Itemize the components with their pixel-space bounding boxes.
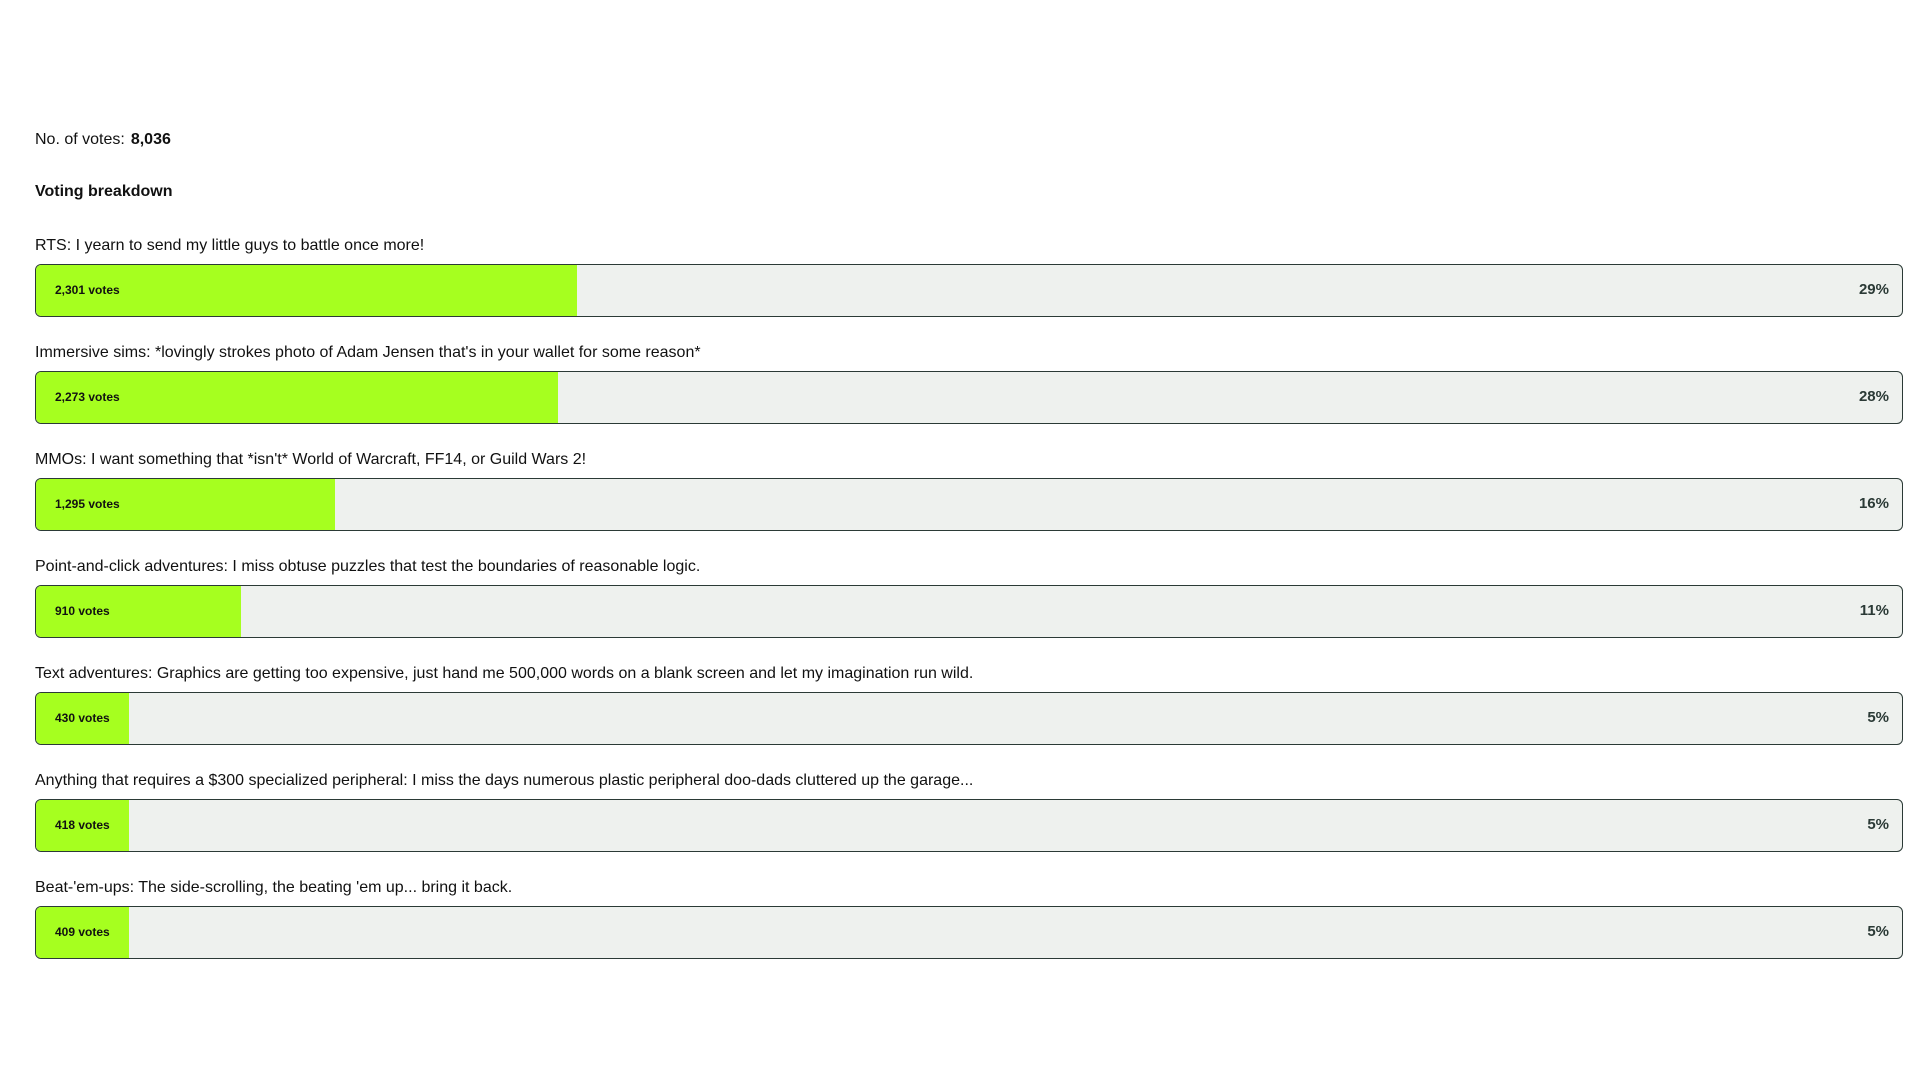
poll-option-label: MMOs: I want something that *isn't* Worl… bbox=[35, 451, 587, 468]
poll-option-label: Beat-'em-ups: The side-scrolling, the be… bbox=[35, 879, 513, 896]
poll-option-votes: 2,273 votes bbox=[55, 390, 120, 404]
poll-option-percent: 5% bbox=[1867, 709, 1889, 726]
poll-option-percent: 5% bbox=[1867, 816, 1889, 833]
poll-option-bar[interactable]: 2,273 votes 28% bbox=[35, 371, 1903, 424]
poll-option-bar[interactable]: 409 votes 5% bbox=[35, 906, 1903, 959]
poll-option-bar[interactable]: 2,301 votes 29% bbox=[35, 264, 1903, 317]
poll-option-label: RTS: I yearn to send my little guys to b… bbox=[35, 237, 425, 254]
poll-results: No. of votes: 8,036 Voting breakdown RTS:… bbox=[35, 128, 1903, 983]
poll-option-percent: 29% bbox=[1858, 281, 1889, 298]
poll-option: Point-and-click adventures: I miss obtus… bbox=[35, 555, 1903, 662]
poll-options: RTS: I yearn to send my little guys to b… bbox=[35, 234, 1903, 983]
poll-option-bar[interactable]: 1,295 votes 16% bbox=[35, 478, 1903, 531]
poll-option-votes: 2,301 votes bbox=[55, 283, 120, 297]
poll-option-percent: 5% bbox=[1867, 923, 1889, 940]
poll-option-votes: 910 votes bbox=[55, 604, 110, 618]
poll-option: MMOs: I want something that *isn't* Worl… bbox=[35, 448, 1903, 555]
poll-option-votes: 430 votes bbox=[55, 711, 110, 725]
poll-option: RTS: I yearn to send my little guys to b… bbox=[35, 234, 1903, 341]
poll-option: Text adventures: Graphics are getting to… bbox=[35, 662, 1903, 769]
poll-option: Immersive sims: *lovingly strokes photo … bbox=[35, 341, 1903, 448]
poll-option-bar[interactable]: 418 votes 5% bbox=[35, 799, 1903, 852]
vote-total-label: No. of votes: bbox=[35, 131, 125, 148]
poll-option-votes: 409 votes bbox=[55, 925, 110, 939]
voting-breakdown-heading: Voting breakdown bbox=[35, 183, 173, 200]
poll-option-label: Immersive sims: *lovingly strokes photo … bbox=[35, 344, 701, 361]
poll-option-bar[interactable]: 910 votes 11% bbox=[35, 585, 1903, 638]
poll-option-percent: 11% bbox=[1859, 602, 1889, 619]
vote-total: No. of votes: 8,036 bbox=[35, 128, 1903, 152]
poll-option-percent: 16% bbox=[1858, 495, 1889, 512]
poll-option-label: Point-and-click adventures: I miss obtus… bbox=[35, 558, 701, 575]
poll-option-percent: 28% bbox=[1858, 388, 1889, 405]
poll-option: Beat-'em-ups: The side-scrolling, the be… bbox=[35, 876, 1903, 983]
poll-option-votes: 418 votes bbox=[55, 818, 110, 832]
poll-option-votes: 1,295 votes bbox=[55, 497, 120, 511]
vote-total-value: 8,036 bbox=[130, 131, 171, 148]
poll-option: Anything that requires a $300 specialize… bbox=[35, 769, 1903, 876]
poll-option-label: Anything that requires a $300 specialize… bbox=[35, 772, 974, 789]
poll-option-label: Text adventures: Graphics are getting to… bbox=[35, 665, 974, 682]
poll-option-bar[interactable]: 430 votes 5% bbox=[35, 692, 1903, 745]
